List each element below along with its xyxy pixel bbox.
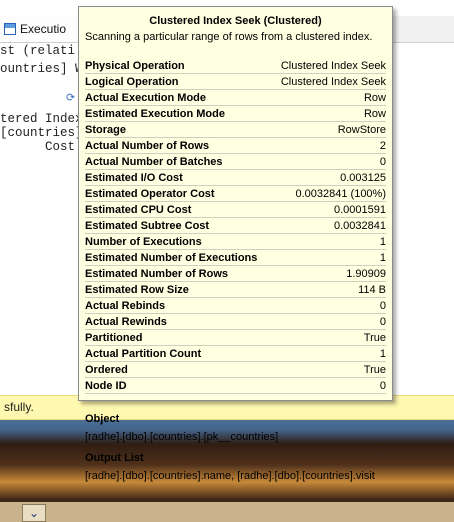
property-value: True [363, 363, 386, 376]
property-row: Actual Number of Rows 2 [85, 138, 386, 154]
property-value: 2 [379, 139, 386, 152]
plan-node-icon[interactable]: ⟳ [66, 91, 75, 104]
taskbar-chevron-button[interactable]: ⌄ [22, 504, 46, 522]
property-label: Number of Executions [85, 235, 202, 248]
query-text-line: ountries] W [0, 62, 83, 76]
property-row: Estimated I/O Cost 0.003125 [85, 170, 386, 186]
property-label: Actual Execution Mode [85, 91, 207, 104]
property-value: 0 [379, 155, 386, 168]
property-value: 114 B [358, 283, 386, 296]
property-row: Actual Rebinds 0 [85, 298, 386, 314]
property-row: Logical Operation Clustered Index Seek [85, 74, 386, 90]
tooltip-title: Clustered Index Seek (Clustered) [149, 15, 322, 27]
property-row: Actual Number of Batches 0 [85, 154, 386, 170]
property-value: 1 [379, 347, 386, 360]
property-row: Storage RowStore [85, 122, 386, 138]
property-value: True [363, 331, 386, 344]
property-label: Physical Operation [85, 59, 185, 72]
property-row: Partitioned True [85, 330, 386, 346]
property-value: Clustered Index Seek [280, 75, 386, 88]
property-label: Estimated Number of Rows [85, 267, 229, 280]
property-value: 1.90909 [346, 267, 386, 280]
property-label: Storage [85, 123, 126, 136]
property-row: Actual Rewinds 0 [85, 314, 386, 330]
object-heading: Object [85, 413, 120, 425]
output-list-heading: Output List [85, 452, 144, 464]
property-label: Estimated Execution Mode [85, 107, 225, 120]
property-value: Row [363, 107, 386, 120]
property-value: 0.003125 [340, 171, 386, 184]
property-row: Estimated Subtree Cost 0.0032841 [85, 218, 386, 234]
operator-tooltip: Clustered Index Seek (Clustered) Scannin… [78, 6, 393, 482]
property-label: Actual Rebinds [85, 299, 166, 312]
property-label: Estimated Number of Executions [85, 251, 258, 264]
property-row: Estimated Execution Mode Row [85, 106, 386, 122]
execution-plan-icon [4, 23, 16, 35]
property-label: Actual Number of Batches [85, 155, 223, 168]
tab-execution-plan-label: Executio [20, 22, 67, 36]
property-row: Estimated Row Size 114 B [85, 282, 386, 298]
property-value: 0.0001591 [334, 203, 386, 216]
property-label: Actual Number of Rows [85, 139, 210, 152]
property-value: Clustered Index Seek [280, 59, 386, 72]
query-text-line: st (relati [0, 44, 76, 58]
property-row: Number of Executions 1 [85, 234, 386, 250]
property-label: Partitioned [85, 331, 143, 344]
property-label: Actual Partition Count [85, 347, 202, 360]
property-label: Node ID [85, 379, 127, 392]
property-row: Estimated Operator Cost 0.0032841 (100%) [85, 186, 386, 202]
property-value: 0 [379, 379, 386, 392]
property-label: Estimated Row Size [85, 283, 189, 296]
property-value: 0 [379, 299, 386, 312]
property-value: 0.0032841 (100%) [295, 187, 386, 200]
property-value: 1 [379, 235, 386, 248]
property-row: Actual Execution Mode Row [85, 90, 386, 106]
property-label: Estimated Subtree Cost [85, 219, 210, 232]
property-label: Estimated CPU Cost [85, 203, 192, 216]
property-row: Actual Partition Count 1 [85, 346, 386, 362]
property-value: 1 [379, 251, 386, 264]
tab-execution-plan[interactable]: Executio [0, 16, 80, 42]
output-list-value: [radhe].[dbo].[countries].name, [radhe].… [85, 470, 375, 482]
property-value: 0 [379, 315, 386, 328]
property-row: Estimated Number of Executions 1 [85, 250, 386, 266]
property-label: Estimated I/O Cost [85, 171, 183, 184]
property-row: Estimated CPU Cost 0.0001591 [85, 202, 386, 218]
property-label: Estimated Operator Cost [85, 187, 215, 200]
property-value: Row [363, 91, 386, 104]
property-label: Actual Rewinds [85, 315, 167, 328]
taskbar [0, 502, 454, 522]
property-value: 0.0032841 [334, 219, 386, 232]
property-label: Logical Operation [85, 75, 179, 88]
object-value: [radhe].[dbo].[countries].[pk__countries… [85, 431, 279, 443]
chevron-down-icon: ⌄ [28, 506, 40, 520]
plan-node-cost: Cost: [0, 140, 83, 154]
property-row: Physical Operation Clustered Index Seek [85, 58, 386, 74]
property-row: Node ID 0 [85, 378, 386, 394]
property-row: Ordered True [85, 362, 386, 378]
property-row: Estimated Number of Rows 1.90909 [85, 266, 386, 282]
property-list: Physical Operation Clustered Index Seek L… [79, 58, 392, 394]
status-message: sfully. [4, 400, 34, 414]
tooltip-description: Scanning a particular range of rows from… [85, 31, 373, 43]
property-value: RowStore [337, 123, 386, 136]
plan-node-label: tered Index [0, 112, 83, 126]
property-label: Ordered [85, 363, 128, 376]
